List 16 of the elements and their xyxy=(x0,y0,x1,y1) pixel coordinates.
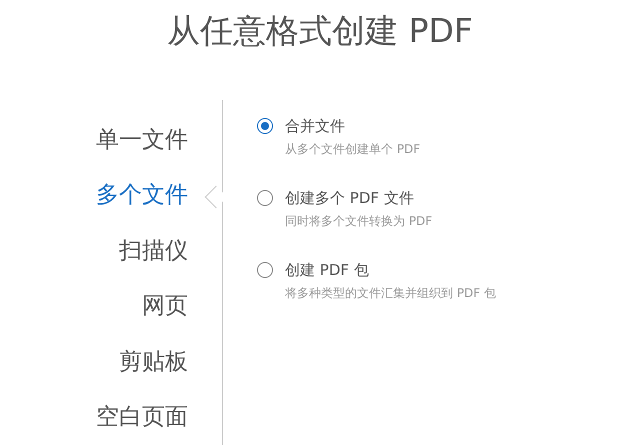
option-description: 从多个文件创建单个 PDF xyxy=(285,141,420,158)
option-description: 同时将多个文件转换为 PDF xyxy=(285,213,432,230)
option-label[interactable]: 创建 PDF 包 xyxy=(285,260,496,280)
option-description: 将多种类型的文件汇集并组织到 PDF 包 xyxy=(285,285,496,302)
sidebar-item[interactable]: 网页 xyxy=(142,291,188,322)
sidebar-item[interactable]: 剪贴板 xyxy=(119,346,188,377)
sidebar-item[interactable]: 空白页面 xyxy=(96,402,188,432)
radio-button[interactable] xyxy=(257,262,273,278)
page-title: 从任意格式创建 PDF xyxy=(167,10,473,52)
option-label[interactable]: 创建多个 PDF 文件 xyxy=(285,188,432,208)
sidebar-item[interactable]: 单一文件 xyxy=(96,124,188,155)
sidebar-item[interactable]: 扫描仪 xyxy=(119,236,188,266)
sidebar-item[interactable]: 多个文件 xyxy=(96,180,188,210)
option-label[interactable]: 合并文件 xyxy=(285,116,420,136)
radio-button[interactable] xyxy=(257,190,273,206)
radio-button[interactable] xyxy=(257,118,273,134)
